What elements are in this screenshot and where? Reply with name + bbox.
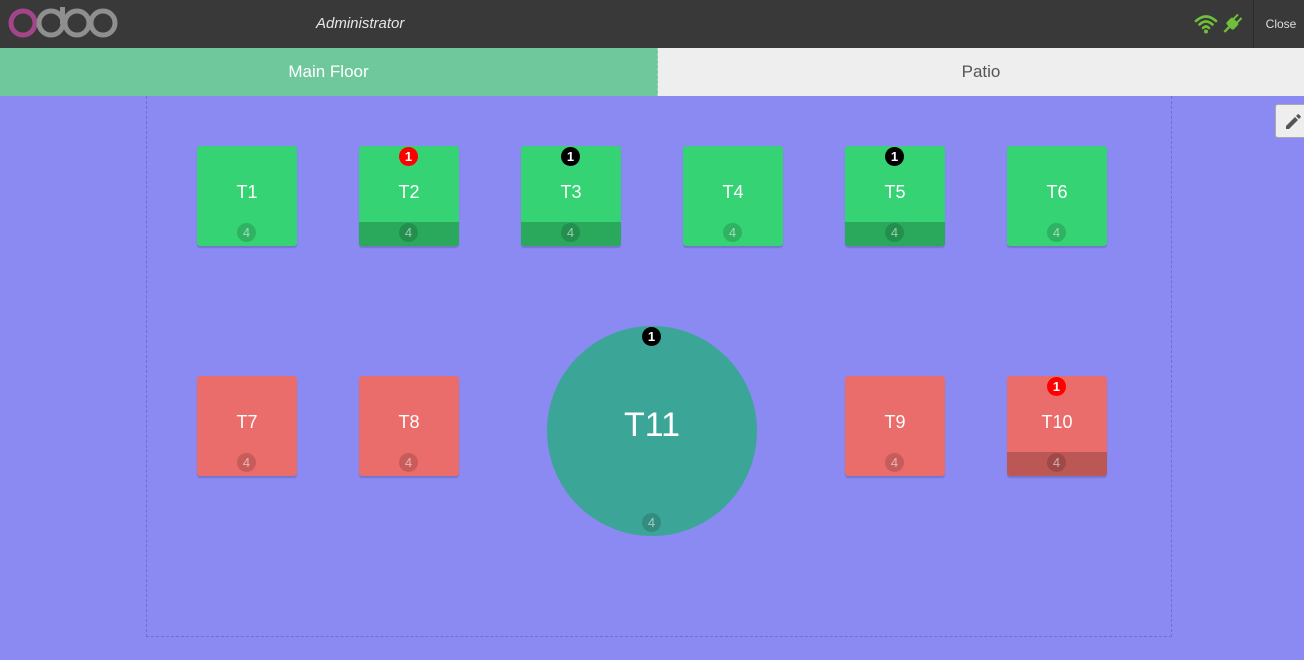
table-name: T9	[884, 412, 906, 432]
status-indicators	[1194, 13, 1244, 35]
wifi-icon	[1194, 15, 1218, 34]
table-t1[interactable]: T1 4	[197, 146, 297, 246]
table-name: T3	[560, 182, 582, 202]
table-t7[interactable]: T7 4	[197, 376, 297, 476]
table-name: T8	[398, 412, 420, 432]
table-name: T5	[884, 182, 906, 202]
table-name: T6	[1046, 182, 1068, 202]
seat-count: 4	[237, 223, 256, 242]
pencil-icon	[1286, 114, 1301, 129]
plug-icon	[1223, 13, 1243, 33]
pos-topbar: Administrator Close	[0, 0, 1304, 48]
tab-patio[interactable]: Patio	[658, 48, 1304, 96]
table-t9[interactable]: T9 4	[845, 376, 945, 476]
order-count-badge: 1	[885, 147, 904, 166]
edit-floor-button[interactable]	[1275, 104, 1304, 138]
table-name: T2	[398, 182, 420, 202]
table-t4[interactable]: T4 4	[683, 146, 783, 246]
cashier-name[interactable]: Administrator	[316, 15, 404, 32]
odoo-logo	[8, 7, 118, 38]
table-t2[interactable]: 1 T2 4	[359, 146, 459, 246]
table-name: T4	[722, 182, 744, 202]
seat-count: 4	[399, 453, 418, 472]
table-name: T11	[623, 406, 681, 444]
seat-count: 4	[1047, 223, 1066, 242]
seat-count: 4	[885, 223, 904, 242]
order-count-badge: 1	[642, 327, 661, 346]
order-count-badge: 1	[399, 147, 418, 166]
table-t8[interactable]: T8 4	[359, 376, 459, 476]
table-name: T1	[236, 182, 258, 202]
table-t3[interactable]: 1 T3 4	[521, 146, 621, 246]
table-t5[interactable]: 1 T5 4	[845, 146, 945, 246]
table-t11[interactable]: 1 T11 4	[547, 326, 757, 536]
seat-count: 4	[237, 453, 256, 472]
table-t10[interactable]: 1 T10 4	[1007, 376, 1107, 476]
tab-main-floor[interactable]: Main Floor	[0, 48, 658, 96]
seat-count: 4	[1047, 453, 1066, 472]
seat-count: 4	[561, 223, 580, 242]
order-count-badge: 1	[1047, 377, 1066, 396]
order-count-badge: 1	[561, 147, 580, 166]
seat-count: 4	[885, 453, 904, 472]
seat-count: 4	[642, 513, 661, 532]
close-button[interactable]: Close	[1253, 0, 1304, 48]
floor-tabs: Main Floor Patio	[0, 48, 1304, 96]
seat-count: 4	[723, 223, 742, 242]
table-name: T7	[236, 412, 258, 432]
seat-count: 4	[399, 223, 418, 242]
table-name: T10	[1041, 412, 1073, 432]
table-t6[interactable]: T6 4	[1007, 146, 1107, 246]
